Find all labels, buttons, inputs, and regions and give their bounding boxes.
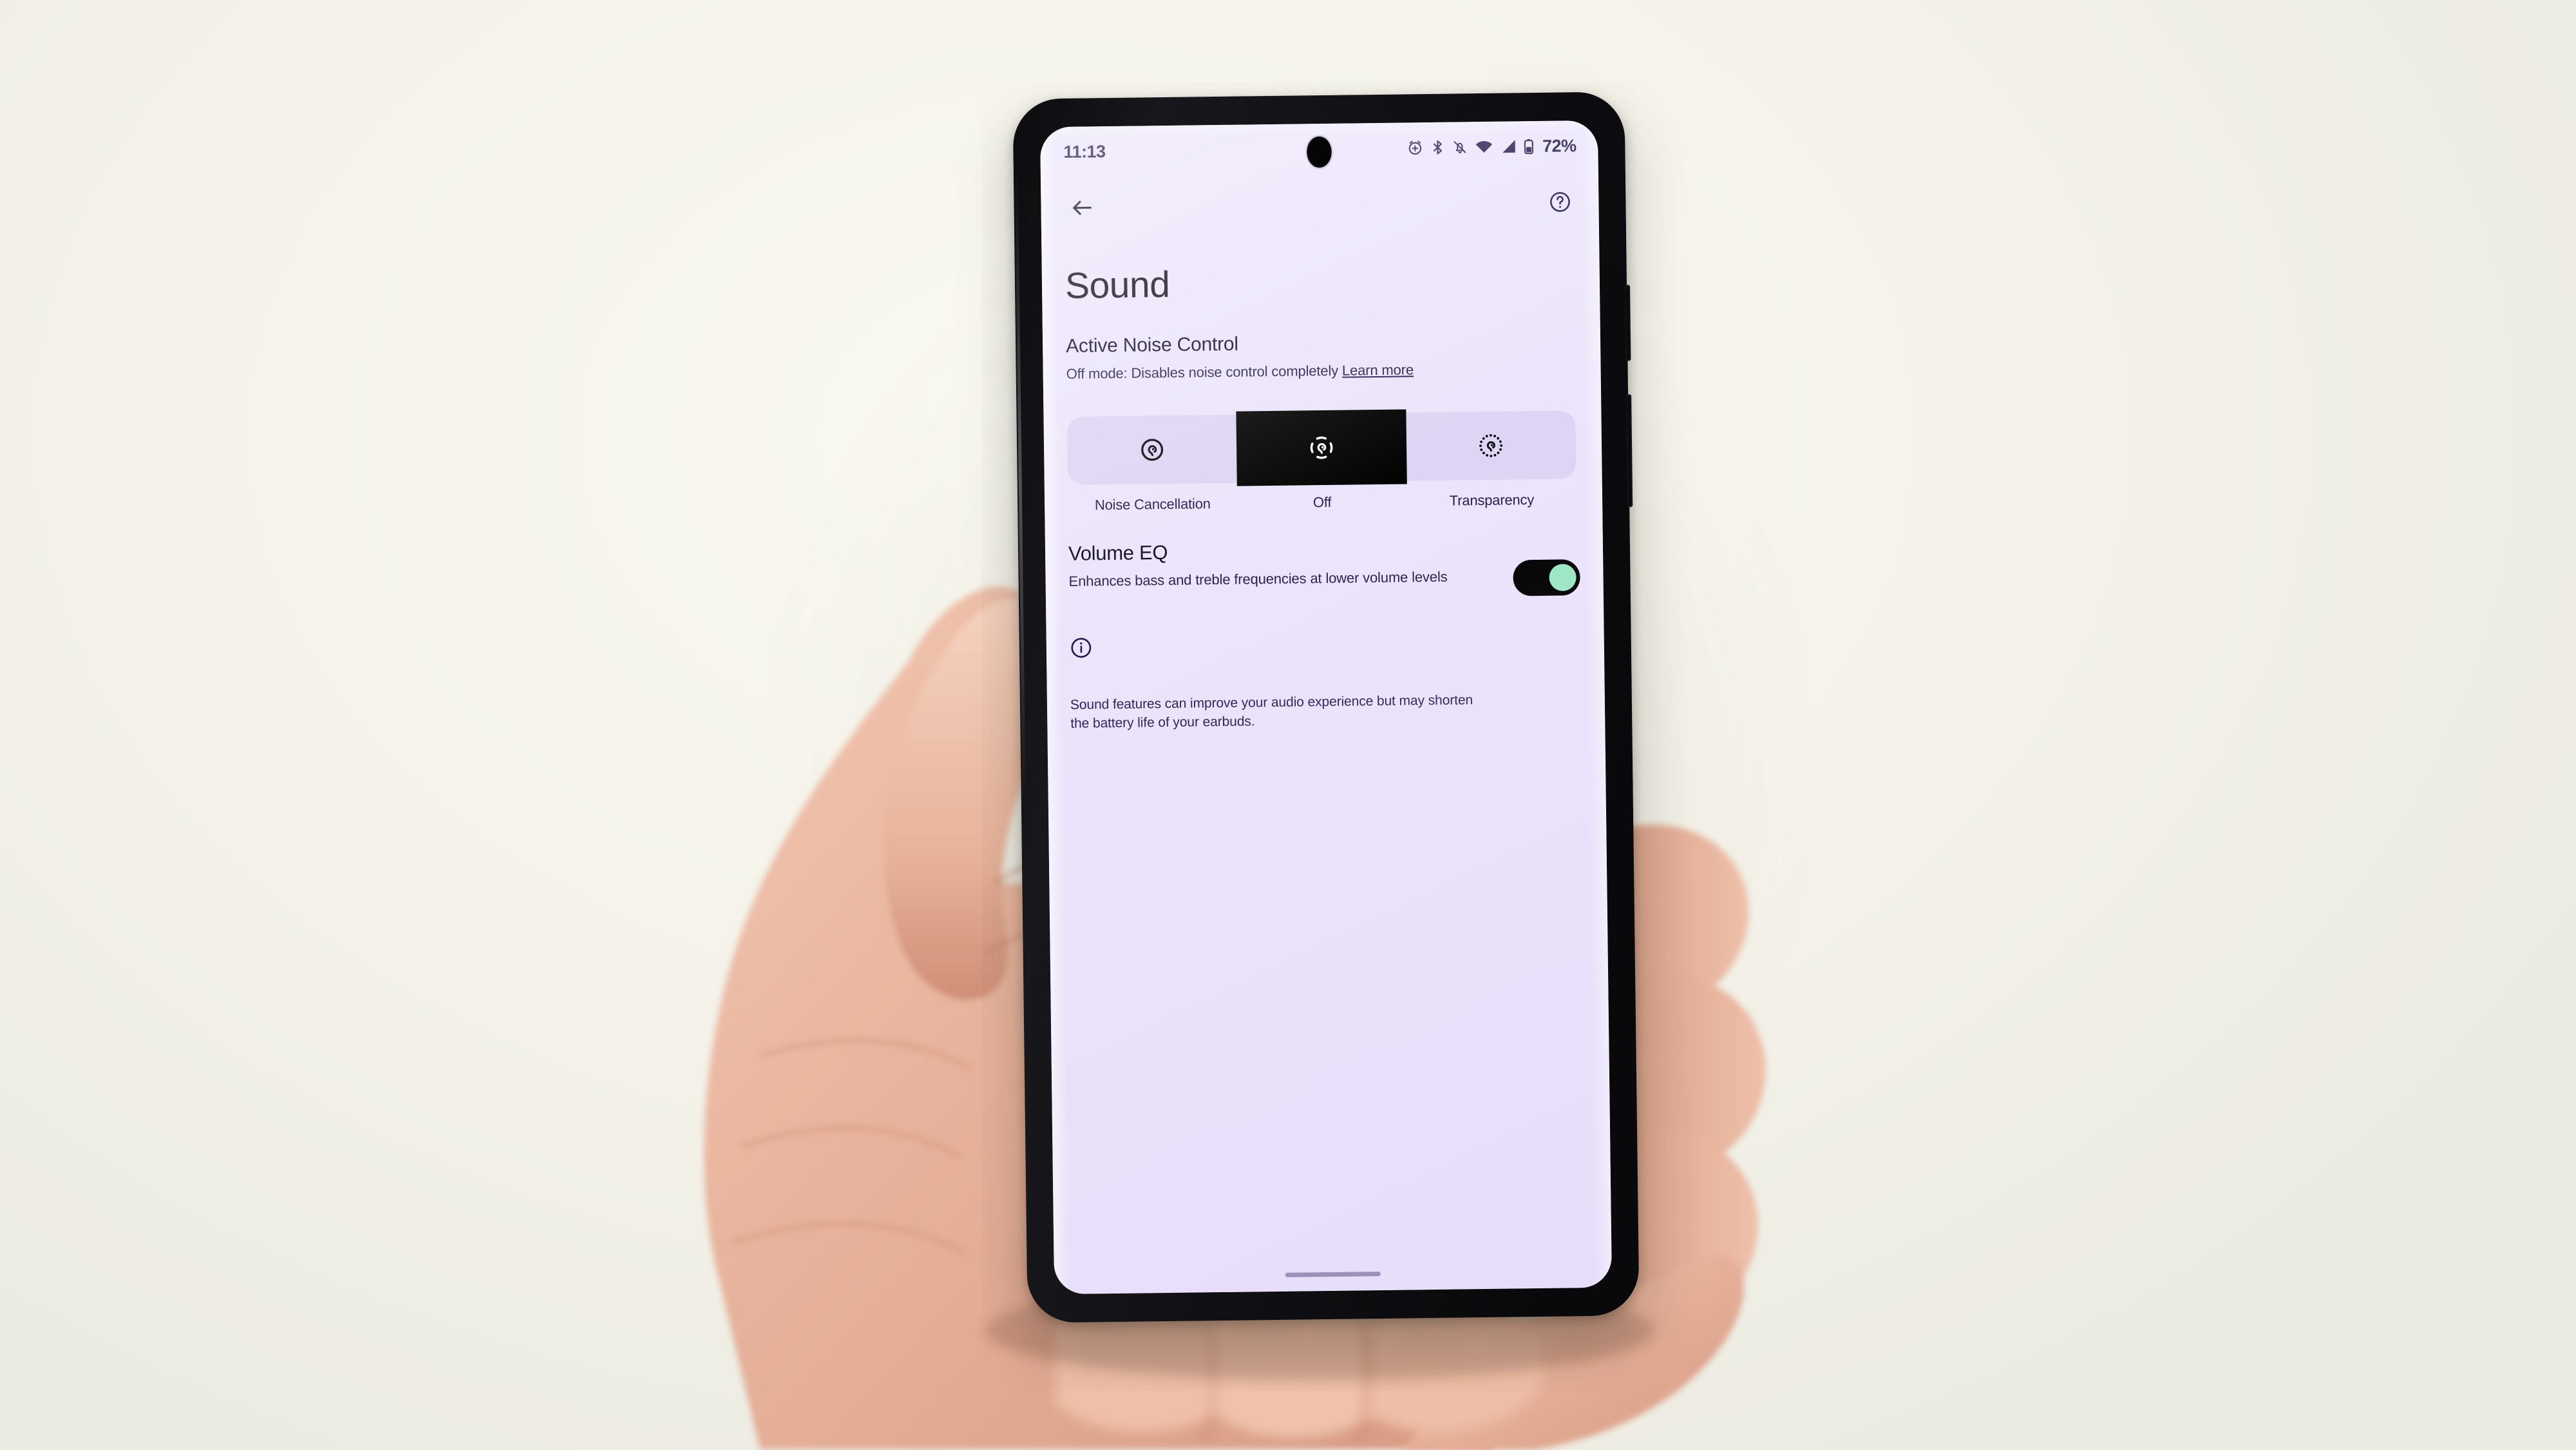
anc-label-noise-cancellation[interactable]: Noise Cancellation [1068,495,1238,514]
wifi-icon [1475,139,1493,155]
ear-dashed-ring-icon [1307,433,1337,463]
volume-eq-title: Volume EQ [1068,541,1168,566]
battery-percent-label: 72% [1542,135,1577,156]
notifications-silenced-icon [1452,138,1468,155]
volume-eq-text-block: Volume EQ Enhances bass and treble frequ… [1068,538,1449,591]
anc-option-noise-cancellation[interactable] [1066,415,1237,485]
learn-more-link[interactable]: Learn more [1342,361,1414,378]
power-button[interactable] [1625,285,1631,361]
app-bar [1041,171,1599,240]
anc-mode-selector [1066,406,1578,490]
anc-label-off[interactable]: Off [1237,493,1407,512]
info-icon-wrapper [1070,631,1581,663]
anc-option-transparency[interactable] [1406,411,1577,481]
ear-dotted-ring-icon [1477,432,1506,461]
battery-icon [1523,138,1534,155]
photo-scene: 11:13 72% Sound Active Noise Control Off… [0,0,2576,1450]
anc-option-labels: Noise Cancellation Off Transparency [1068,491,1577,515]
back-button[interactable] [1064,189,1101,226]
anc-description-text: Off mode: Disables noise control complet… [1066,362,1339,382]
toggle-thumb [1549,564,1577,592]
home-gesture-bar[interactable] [1285,1272,1381,1277]
anc-segmented-control [1066,409,1577,487]
ear-solid-ring-icon [1137,435,1166,464]
status-clock: 11:13 [1063,141,1106,162]
volume-eq-description: Enhances bass and treble frequencies at … [1068,569,1448,590]
anc-section-description: Off mode: Disables noise control complet… [1066,359,1577,383]
volume-eq-setting-row[interactable]: Volume EQ Enhances bass and treble frequ… [1068,537,1580,602]
bluetooth-icon [1430,139,1444,156]
cellular-signal-icon [1500,138,1516,154]
anc-section-heading: Active Noise Control [1065,333,1239,357]
status-icon-group: 72% [1406,136,1577,158]
alarm-plus-icon [1406,139,1423,156]
status-spacer [1106,148,1407,151]
help-button[interactable] [1542,184,1578,220]
settings-content: Sound Active Noise Control Off mode: Dis… [1041,233,1605,734]
sound-features-note: Sound features can improve your audio ex… [1070,692,1473,731]
front-camera-punch-hole [1307,136,1332,168]
anc-option-off[interactable] [1236,409,1407,487]
arrow-left-icon [1069,195,1095,220]
phone-device: 11:13 72% Sound Active Noise Control Off… [1012,91,1640,1323]
help-circle-icon [1548,190,1571,213]
page-title: Sound [1065,263,1170,307]
info-circle-icon [1070,638,1093,662]
anc-label-transparency[interactable]: Transparency [1407,491,1577,510]
volume-eq-toggle[interactable] [1513,559,1580,596]
phone-screen: 11:13 72% Sound Active Noise Control Off… [1039,120,1613,1295]
